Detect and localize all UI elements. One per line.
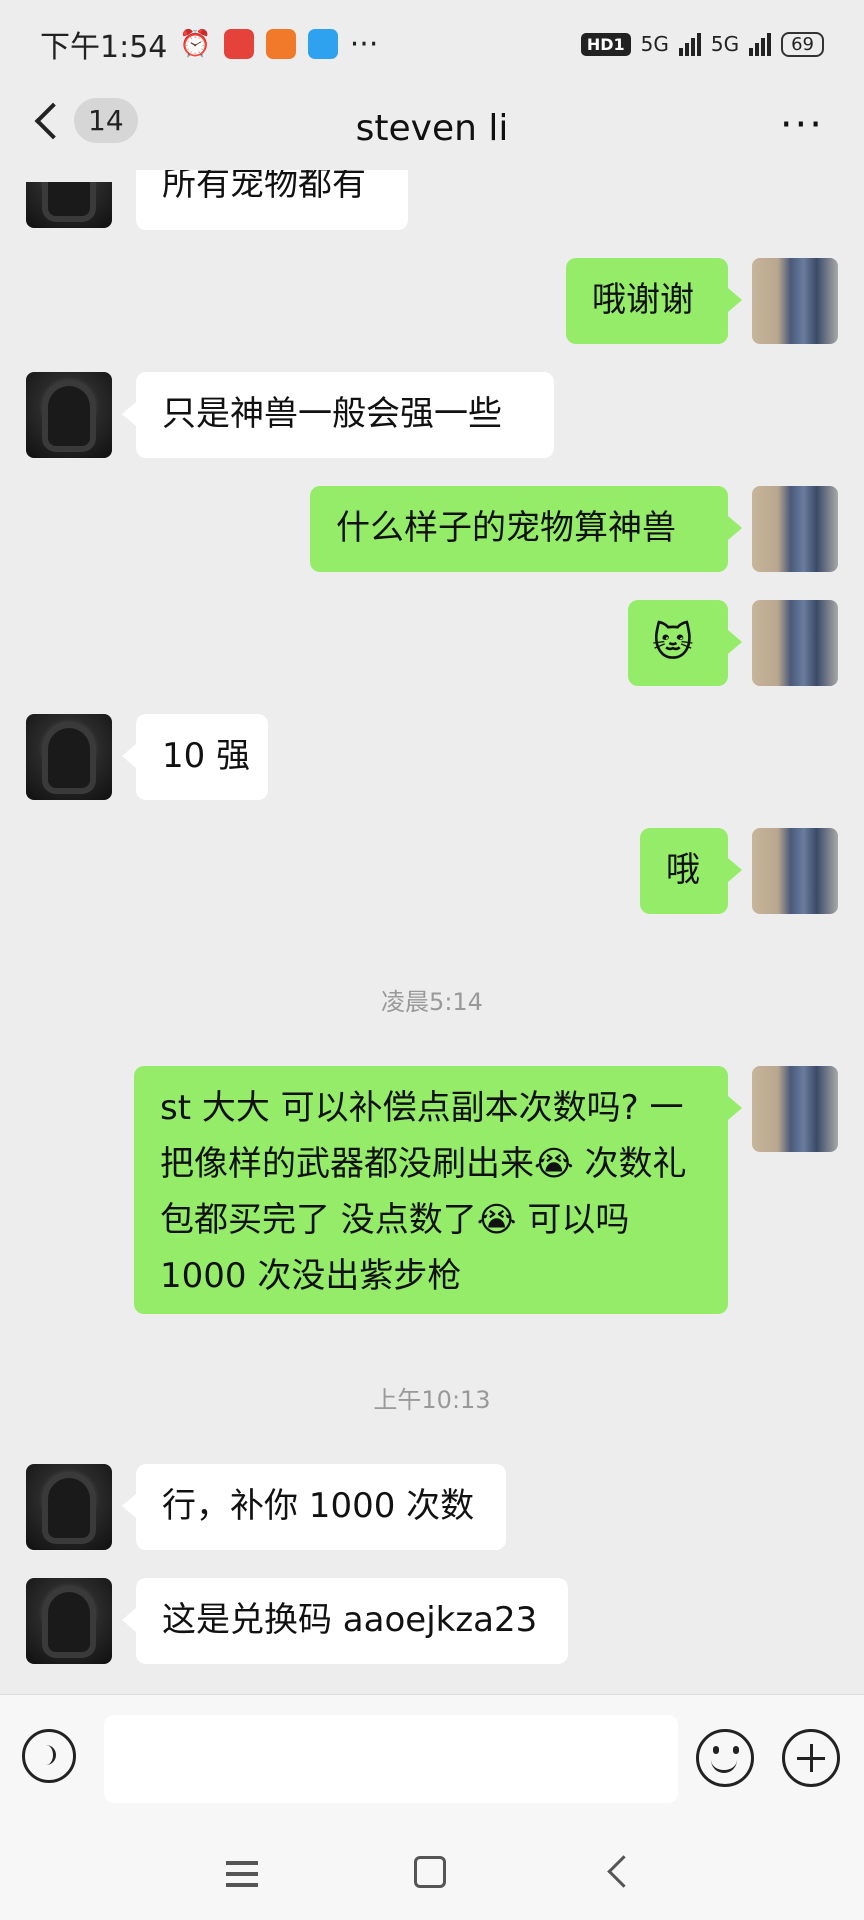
add-attachment-icon[interactable] [782, 1729, 840, 1787]
home-icon[interactable] [414, 1856, 446, 1888]
contact-avatar[interactable] [26, 1464, 112, 1550]
battery-icon: 69 [781, 31, 824, 57]
voice-input-icon[interactable] [22, 1729, 76, 1783]
contact-avatar[interactable] [26, 1578, 112, 1664]
message-bubble-sticker[interactable]: 🐱 [628, 600, 742, 686]
input-bar [0, 1694, 864, 1829]
chevron-left-icon [34, 102, 72, 139]
message-bubble-incoming[interactable]: 行，补你 1000 次数 [122, 1464, 506, 1550]
emoji-icon[interactable] [696, 1729, 754, 1787]
user-avatar[interactable] [752, 600, 838, 686]
contact-avatar[interactable] [26, 714, 112, 800]
status-bar: 下午1:54 ⏰ ··· HD1 5G 5G 69 [0, 0, 864, 88]
signal-icon [678, 32, 701, 56]
nav-back-icon[interactable] [607, 1855, 640, 1888]
alarm-icon: ⏰ [179, 29, 212, 59]
status-more: ··· [349, 26, 379, 62]
message-bubble-incoming[interactable]: 10 强 [122, 714, 268, 800]
message-bubble-outgoing[interactable]: 哦 [640, 828, 742, 914]
message-bubble-outgoing[interactable]: 哦谢谢 [566, 258, 742, 344]
app-icon-orange [265, 29, 296, 59]
message-bubble-outgoing[interactable]: st 大大 可以补偿点副本次数吗? 一把像样的武器都没刷出来😭 次数礼包都买完了… [134, 1066, 742, 1314]
message-bubble-outgoing[interactable]: 什么样子的宠物算神兽 [310, 486, 742, 572]
signal-label-2: 5G [710, 32, 740, 56]
signal-icon-2 [749, 32, 772, 56]
menu-icon[interactable] [226, 1872, 258, 1876]
message-bubble-incoming[interactable]: 这是兑换码 aaoejkza23 [122, 1578, 568, 1664]
chat-header: 14 steven li ··· [0, 88, 864, 168]
more-options-button[interactable]: ··· [780, 105, 824, 145]
system-nav-bar [0, 1828, 864, 1920]
unread-count-badge: 14 [74, 98, 138, 143]
status-time: 下午1:54 [40, 30, 168, 65]
user-avatar[interactable] [752, 828, 838, 914]
back-button[interactable]: 14 [30, 98, 138, 143]
signal-label-1: 5G [640, 32, 669, 56]
taobao-icon [223, 29, 254, 59]
timestamp: 凌晨5:14 [381, 988, 483, 1016]
message-bubble-incoming[interactable]: 只是神兽一般会强一些 [122, 372, 554, 458]
app-icon-blue [307, 29, 338, 59]
message-input[interactable] [104, 1715, 678, 1803]
user-avatar[interactable] [752, 486, 838, 572]
timestamp: 上午10:13 [373, 1386, 491, 1414]
user-avatar[interactable] [752, 258, 838, 344]
contact-avatar[interactable] [26, 372, 112, 458]
hd-badge: HD1 [580, 32, 631, 56]
chat-title: steven li [355, 107, 509, 149]
user-avatar[interactable] [752, 1066, 838, 1152]
